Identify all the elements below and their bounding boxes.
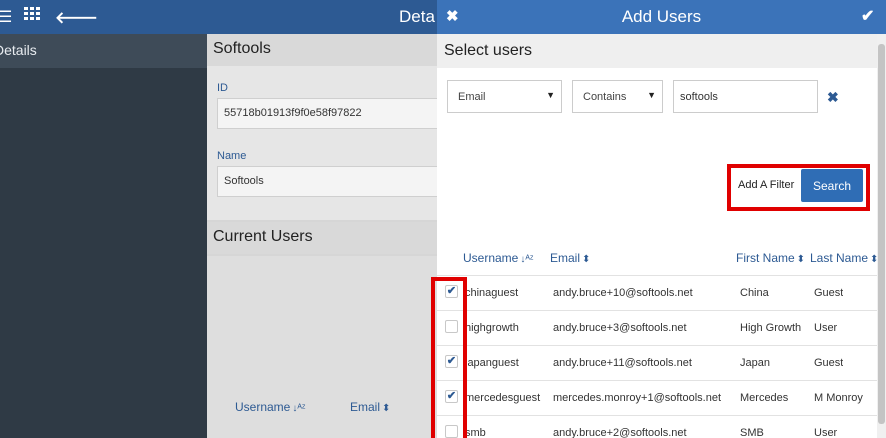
row-first-name: SMB (740, 427, 764, 438)
main-content: Softools ID 55718b01913f9f0e58f97822 Nam… (207, 34, 441, 438)
scrollbar-thumb[interactable] (878, 44, 885, 424)
row-email: andy.bruce+2@softools.net (553, 427, 687, 438)
modal-title: Add Users (621, 7, 702, 26)
search-button[interactable]: Search (801, 169, 863, 202)
table-row[interactable]: mercedesguest mercedes.monroy+1@softools… (437, 380, 877, 415)
row-email: andy.bruce+10@softools.net (553, 287, 693, 299)
section-title: Softools (207, 34, 437, 66)
current-users-col-username[interactable]: Username ↓ᴬᶻ (235, 400, 305, 414)
sidebar: Details (0, 34, 207, 438)
dropdown-caret-icon: ▼ (647, 90, 656, 100)
filter-operator-select[interactable]: Contains ▼ (572, 80, 663, 113)
row-last-name: Guest (814, 357, 844, 369)
row-first-name: Japan (740, 357, 770, 369)
id-field[interactable]: 55718b01913f9f0e58f97822 (217, 98, 441, 129)
row-first-name: High Growth (740, 322, 802, 334)
select-users-heading: Select users (437, 34, 877, 68)
grid-icon[interactable] (24, 7, 40, 26)
sort-icon: ⬍ (582, 254, 591, 265)
current-users-col-email[interactable]: Email ⬍ (350, 400, 390, 414)
table-row[interactable]: chinaguest andy.bruce+10@softools.net Ch… (437, 275, 877, 310)
name-label: Name (217, 150, 247, 162)
row-first-name: Mercedes (740, 392, 789, 404)
add-filter-link[interactable]: Add A Filter (738, 179, 794, 191)
col-first-name[interactable]: First Name ⬍ (736, 251, 805, 265)
hamburger-menu-icon[interactable]: ☰ (0, 7, 12, 27)
confirm-check-icon[interactable]: ✔ (861, 6, 874, 26)
sort-icon: ⬍ (870, 254, 877, 265)
table-row[interactable]: highgrowth andy.bruce+3@softools.net Hig… (437, 310, 877, 345)
highlight-box-checkboxes (431, 277, 467, 438)
row-email: andy.bruce+3@softools.net (553, 322, 687, 334)
sidebar-item-details[interactable]: Details (0, 34, 207, 68)
back-arrow-icon[interactable]: 🡐 (55, 7, 98, 28)
modal-scrollbar[interactable] (877, 34, 886, 438)
filter-value-input[interactable]: softools (673, 80, 818, 113)
sort-az-icon: ↓ᴬᶻ (520, 254, 534, 265)
id-label: ID (217, 82, 228, 94)
row-last-name: M Monroy (814, 392, 863, 404)
page-title: Deta (399, 7, 435, 26)
row-first-name: China (740, 287, 769, 299)
sort-icon: ⬍ (382, 403, 391, 414)
row-username: japanguest (465, 357, 519, 369)
col-last-name[interactable]: Last Name ⬍ (810, 251, 877, 265)
row-username: highgrowth (465, 322, 519, 334)
name-field[interactable]: Softools (217, 166, 441, 197)
col-email[interactable]: Email ⬍ (550, 251, 590, 265)
details-panel: ID 55718b01913f9f0e58f97822 Name Softool… (207, 66, 441, 220)
dropdown-caret-icon: ▼ (546, 90, 555, 100)
col-username[interactable]: Username ↓ᴬᶻ (463, 251, 533, 265)
filter-field-select[interactable]: Email ▼ (447, 80, 562, 113)
row-username: smb (465, 427, 486, 438)
row-username: chinaguest (465, 287, 519, 299)
row-last-name: User (814, 427, 838, 438)
current-users-title: Current Users (207, 222, 437, 254)
modal-header: ✖ Add Users ✔ (437, 0, 886, 34)
sort-az-icon: ↓ᴬᶻ (292, 403, 306, 414)
sidebar-item-label: Details (0, 42, 37, 58)
row-username: mercedesguest (465, 392, 541, 404)
row-email: andy.bruce+11@softools.net (553, 357, 692, 369)
row-last-name: Guest (814, 287, 844, 299)
sort-icon: ⬍ (796, 254, 806, 265)
row-last-name: User (814, 322, 838, 334)
table-row[interactable]: japanguest andy.bruce+11@softools.net Ja… (437, 345, 877, 380)
row-email: mercedes.monroy+1@softools.net (553, 392, 721, 404)
remove-filter-icon[interactable]: ✖ (827, 89, 839, 106)
table-row[interactable]: smb andy.bruce+2@softools.net SMB User (437, 415, 877, 438)
